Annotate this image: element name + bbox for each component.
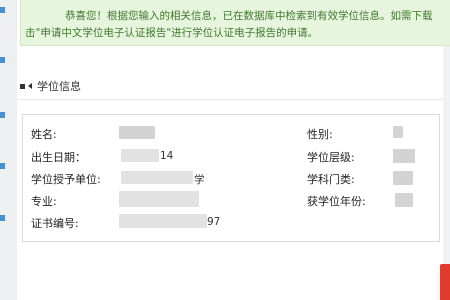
apply-button-gap	[436, 266, 440, 300]
gender-value-redacted	[393, 126, 403, 138]
cert-no-value-fragment: 97	[207, 216, 221, 228]
discipline-label: 学科门类:	[307, 173, 355, 186]
major-value-redacted	[119, 191, 199, 207]
degree-level-label: 学位层级:	[307, 151, 355, 164]
birth-label: 出生日期：	[31, 151, 86, 164]
frame-marker	[0, 215, 5, 221]
notice-line-2: 击"申请中文学位电子认证报告"进行学位认证电子报告的申请。	[25, 27, 319, 39]
birth-value-redacted	[121, 149, 159, 162]
major-label: 专业:	[31, 195, 57, 208]
section-marker-arrow-icon	[28, 83, 32, 89]
discipline-value-redacted	[393, 171, 413, 185]
frame-marker	[0, 163, 5, 169]
institution-value-fragment: 学	[194, 174, 205, 186]
apply-button-edge[interactable]	[436, 264, 450, 300]
notice-line-1: 恭喜您！根据您输入的相关信息，已在数据库中检索到有效学位信息。如需下载	[65, 10, 433, 22]
institution-value-redacted	[121, 171, 193, 184]
section-marker-icon	[20, 83, 25, 89]
degree-info-box: 姓名: 性别: 出生日期： 14 学位层级: 学位授予单位: 学 学科门类: 专…	[22, 114, 440, 242]
section-title: 学位信息	[37, 80, 81, 93]
frame-marker	[0, 112, 5, 118]
award-year-label: 获学位年份:	[307, 195, 366, 208]
award-year-value-redacted	[395, 193, 413, 207]
section-divider	[17, 99, 443, 100]
frame-marker	[0, 57, 5, 63]
success-notice: 恭喜您！根据您输入的相关信息，已在数据库中检索到有效学位信息。如需下载 击"申请…	[20, 0, 450, 46]
institution-label: 学位授予单位:	[31, 173, 101, 186]
cert-no-value-redacted	[119, 214, 207, 228]
frame-marker	[0, 7, 5, 13]
cert-no-label: 证书编号:	[31, 217, 79, 230]
left-frame	[0, 0, 18, 300]
degree-level-value-redacted	[393, 149, 415, 163]
apply-button-red-edge[interactable]	[440, 264, 450, 300]
name-value-redacted	[119, 126, 155, 139]
gender-label: 性别:	[307, 128, 333, 141]
section-header: 学位信息	[20, 78, 81, 94]
birth-value-fragment: 14	[160, 150, 174, 162]
name-label: 姓名:	[31, 128, 57, 141]
